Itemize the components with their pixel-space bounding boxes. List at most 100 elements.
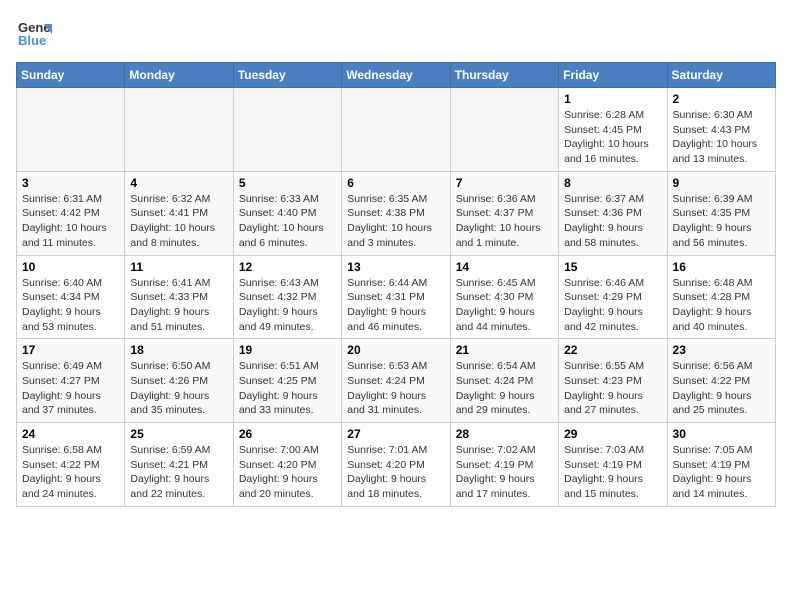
day-number: 29 [564, 427, 661, 441]
day-number: 15 [564, 260, 661, 274]
calendar-cell: 18 Sunrise: 6:50 AMSunset: 4:26 PMDayligh… [125, 339, 233, 423]
day-number: 26 [239, 427, 336, 441]
logo: General Blue [16, 16, 52, 52]
day-info: Sunrise: 6:28 AMSunset: 4:45 PMDaylight:… [564, 108, 661, 167]
calendar-cell: 4 Sunrise: 6:32 AMSunset: 4:41 PMDaylight… [125, 171, 233, 255]
calendar-cell: 11 Sunrise: 6:41 AMSunset: 4:33 PMDayligh… [125, 255, 233, 339]
day-info: Sunrise: 7:01 AMSunset: 4:20 PMDaylight:… [347, 443, 444, 502]
calendar-cell: 29 Sunrise: 7:03 AMSunset: 4:19 PMDayligh… [559, 423, 667, 507]
calendar-cell: 6 Sunrise: 6:35 AMSunset: 4:38 PMDaylight… [342, 171, 450, 255]
calendar-cell [17, 88, 125, 172]
day-number: 12 [239, 260, 336, 274]
calendar-cell: 17 Sunrise: 6:49 AMSunset: 4:27 PMDayligh… [17, 339, 125, 423]
day-number: 21 [456, 343, 553, 357]
day-number: 30 [673, 427, 770, 441]
calendar-cell: 24Sunrise: 6:58 AMSunset: 4:22 PMDayligh… [17, 423, 125, 507]
calendar-col-wednesday: Wednesday [342, 63, 450, 88]
calendar-col-saturday: Saturday [667, 63, 775, 88]
day-number: 24 [22, 427, 119, 441]
calendar-cell: 23 Sunrise: 6:56 AMSunset: 4:22 PMDayligh… [667, 339, 775, 423]
calendar-cell: 14Sunrise: 6:45 AMSunset: 4:30 PMDayligh… [450, 255, 558, 339]
day-info: Sunrise: 6:39 AMSunset: 4:35 PMDaylight:… [673, 192, 770, 251]
calendar-cell: 12 Sunrise: 6:43 AMSunset: 4:32 PMDayligh… [233, 255, 341, 339]
calendar-col-thursday: Thursday [450, 63, 558, 88]
day-number: 7 [456, 176, 553, 190]
calendar-cell: 10 Sunrise: 6:40 AMSunset: 4:34 PMDayligh… [17, 255, 125, 339]
calendar-cell: 19 Sunrise: 6:51 AMSunset: 4:25 PMDayligh… [233, 339, 341, 423]
day-number: 18 [130, 343, 227, 357]
calendar-cell: 7 Sunrise: 6:36 AMSunset: 4:37 PMDaylight… [450, 171, 558, 255]
calendar-cell: 25 Sunrise: 6:59 AMSunset: 4:21 PMDayligh… [125, 423, 233, 507]
day-number: 8 [564, 176, 661, 190]
day-number: 28 [456, 427, 553, 441]
day-info: Sunrise: 7:03 AMSunset: 4:19 PMDaylight:… [564, 443, 661, 502]
calendar-cell [342, 88, 450, 172]
day-number: 9 [673, 176, 770, 190]
day-info: Sunrise: 7:02 AMSunset: 4:19 PMDaylight:… [456, 443, 553, 502]
day-number: 6 [347, 176, 444, 190]
calendar-cell: 21 Sunrise: 6:54 AMSunset: 4:24 PMDayligh… [450, 339, 558, 423]
calendar-cell: 3Sunrise: 6:31 AMSunset: 4:42 PMDaylight… [17, 171, 125, 255]
day-info: Sunrise: 6:44 AMSunset: 4:31 PMDaylight:… [347, 276, 444, 335]
day-info: Sunrise: 6:43 AMSunset: 4:32 PMDaylight:… [239, 276, 336, 335]
day-number: 11 [130, 260, 227, 274]
calendar-cell: 1 Sunrise: 6:28 AMSunset: 4:45 PMDaylight… [559, 88, 667, 172]
day-info: Sunrise: 6:46 AMSunset: 4:29 PMDaylight:… [564, 276, 661, 335]
calendar-cell: 9 Sunrise: 6:39 AMSunset: 4:35 PMDaylight… [667, 171, 775, 255]
calendar-col-tuesday: Tuesday [233, 63, 341, 88]
calendar-week-1: 1 Sunrise: 6:28 AMSunset: 4:45 PMDaylight… [17, 88, 776, 172]
calendar-cell: 2 Sunrise: 6:30 AMSunset: 4:43 PMDaylight… [667, 88, 775, 172]
page-header: General Blue [16, 16, 776, 52]
day-info: Sunrise: 6:54 AMSunset: 4:24 PMDaylight:… [456, 359, 553, 418]
day-number: 1 [564, 92, 661, 106]
day-number: 23 [673, 343, 770, 357]
calendar-col-monday: Monday [125, 63, 233, 88]
calendar-body: 1 Sunrise: 6:28 AMSunset: 4:45 PMDaylight… [17, 88, 776, 507]
day-info: Sunrise: 6:53 AMSunset: 4:24 PMDaylight:… [347, 359, 444, 418]
day-info: Sunrise: 6:30 AMSunset: 4:43 PMDaylight:… [673, 108, 770, 167]
day-number: 13 [347, 260, 444, 274]
day-info: Sunrise: 6:56 AMSunset: 4:22 PMDaylight:… [673, 359, 770, 418]
calendar-cell: 28 Sunrise: 7:02 AMSunset: 4:19 PMDayligh… [450, 423, 558, 507]
day-info: Sunrise: 6:32 AMSunset: 4:41 PMDaylight:… [130, 192, 227, 251]
calendar-col-sunday: Sunday [17, 63, 125, 88]
day-number: 22 [564, 343, 661, 357]
day-number: 25 [130, 427, 227, 441]
calendar-cell: 27 Sunrise: 7:01 AMSunset: 4:20 PMDayligh… [342, 423, 450, 507]
day-info: Sunrise: 6:33 AMSunset: 4:40 PMDaylight:… [239, 192, 336, 251]
day-number: 27 [347, 427, 444, 441]
day-number: 17 [22, 343, 119, 357]
day-number: 10 [22, 260, 119, 274]
day-info: Sunrise: 6:35 AMSunset: 4:38 PMDaylight:… [347, 192, 444, 251]
day-info: Sunrise: 6:40 AMSunset: 4:34 PMDaylight:… [22, 276, 119, 335]
day-info: Sunrise: 7:00 AMSunset: 4:20 PMDaylight:… [239, 443, 336, 502]
day-info: Sunrise: 6:41 AMSunset: 4:33 PMDaylight:… [130, 276, 227, 335]
day-info: Sunrise: 6:59 AMSunset: 4:21 PMDaylight:… [130, 443, 227, 502]
day-info: Sunrise: 6:51 AMSunset: 4:25 PMDaylight:… [239, 359, 336, 418]
day-number: 20 [347, 343, 444, 357]
day-info: Sunrise: 6:37 AMSunset: 4:36 PMDaylight:… [564, 192, 661, 251]
calendar-week-2: 3Sunrise: 6:31 AMSunset: 4:42 PMDaylight… [17, 171, 776, 255]
calendar-cell: 15 Sunrise: 6:46 AMSunset: 4:29 PMDayligh… [559, 255, 667, 339]
calendar-cell: 26 Sunrise: 7:00 AMSunset: 4:20 PMDayligh… [233, 423, 341, 507]
day-number: 4 [130, 176, 227, 190]
calendar-cell: 13 Sunrise: 6:44 AMSunset: 4:31 PMDayligh… [342, 255, 450, 339]
day-number: 5 [239, 176, 336, 190]
day-number: 19 [239, 343, 336, 357]
calendar-cell: 8 Sunrise: 6:37 AMSunset: 4:36 PMDaylight… [559, 171, 667, 255]
calendar-cell [125, 88, 233, 172]
day-number: 16 [673, 260, 770, 274]
calendar-table: SundayMondayTuesdayWednesdayThursdayFrid… [16, 62, 776, 507]
calendar-cell [450, 88, 558, 172]
day-number: 14 [456, 260, 553, 274]
day-info: Sunrise: 6:50 AMSunset: 4:26 PMDaylight:… [130, 359, 227, 418]
day-number: 2 [673, 92, 770, 106]
calendar-week-4: 17 Sunrise: 6:49 AMSunset: 4:27 PMDayligh… [17, 339, 776, 423]
calendar-cell: 16Sunrise: 6:48 AMSunset: 4:28 PMDayligh… [667, 255, 775, 339]
logo-icon: General Blue [16, 16, 52, 52]
calendar-cell [233, 88, 341, 172]
calendar-week-5: 24Sunrise: 6:58 AMSunset: 4:22 PMDayligh… [17, 423, 776, 507]
day-info: Sunrise: 6:49 AMSunset: 4:27 PMDaylight:… [22, 359, 119, 418]
calendar-cell: 30Sunrise: 7:05 AMSunset: 4:19 PMDayligh… [667, 423, 775, 507]
day-info: Sunrise: 6:36 AMSunset: 4:37 PMDaylight:… [456, 192, 553, 251]
